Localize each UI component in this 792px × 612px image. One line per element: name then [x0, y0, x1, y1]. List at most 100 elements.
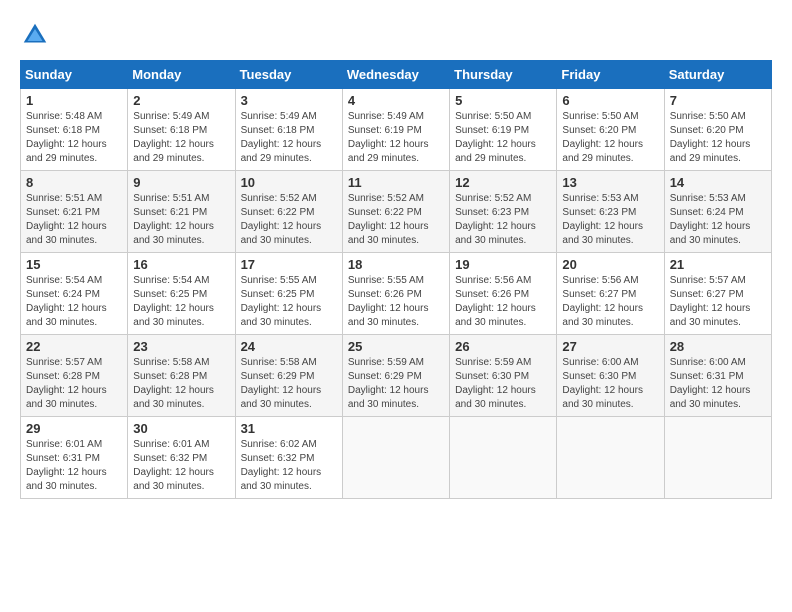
- calendar-cell: 30 Sunrise: 6:01 AM Sunset: 6:32 PM Dayl…: [128, 417, 235, 499]
- calendar-week-row: 15 Sunrise: 5:54 AM Sunset: 6:24 PM Dayl…: [21, 253, 772, 335]
- calendar-cell: [450, 417, 557, 499]
- day-number: 6: [562, 93, 658, 108]
- day-info: Sunrise: 6:00 AM Sunset: 6:31 PM Dayligh…: [670, 356, 766, 412]
- day-number: 26: [455, 339, 551, 354]
- day-info: Sunrise: 5:56 AM Sunset: 6:27 PM Dayligh…: [562, 274, 658, 330]
- calendar-header-row: SundayMondayTuesdayWednesdayThursdayFrid…: [21, 61, 772, 89]
- day-info: Sunrise: 5:52 AM Sunset: 6:22 PM Dayligh…: [241, 192, 337, 248]
- logo-icon: [20, 20, 50, 50]
- day-info: Sunrise: 5:50 AM Sunset: 6:20 PM Dayligh…: [670, 110, 766, 166]
- calendar-header-friday: Friday: [557, 61, 664, 89]
- calendar-cell: 17 Sunrise: 5:55 AM Sunset: 6:25 PM Dayl…: [235, 253, 342, 335]
- day-info: Sunrise: 5:53 AM Sunset: 6:23 PM Dayligh…: [562, 192, 658, 248]
- calendar-header-monday: Monday: [128, 61, 235, 89]
- calendar-cell: 22 Sunrise: 5:57 AM Sunset: 6:28 PM Dayl…: [21, 335, 128, 417]
- day-number: 11: [348, 175, 444, 190]
- calendar-cell: 28 Sunrise: 6:00 AM Sunset: 6:31 PM Dayl…: [664, 335, 771, 417]
- day-info: Sunrise: 5:49 AM Sunset: 6:19 PM Dayligh…: [348, 110, 444, 166]
- day-number: 14: [670, 175, 766, 190]
- calendar-header-sunday: Sunday: [21, 61, 128, 89]
- day-info: Sunrise: 5:58 AM Sunset: 6:28 PM Dayligh…: [133, 356, 229, 412]
- calendar-header-tuesday: Tuesday: [235, 61, 342, 89]
- day-info: Sunrise: 5:48 AM Sunset: 6:18 PM Dayligh…: [26, 110, 122, 166]
- day-number: 30: [133, 421, 229, 436]
- calendar-table: SundayMondayTuesdayWednesdayThursdayFrid…: [20, 60, 772, 499]
- calendar-cell: 9 Sunrise: 5:51 AM Sunset: 6:21 PM Dayli…: [128, 171, 235, 253]
- day-number: 17: [241, 257, 337, 272]
- calendar-cell: [342, 417, 449, 499]
- calendar-cell: [557, 417, 664, 499]
- calendar-cell: 25 Sunrise: 5:59 AM Sunset: 6:29 PM Dayl…: [342, 335, 449, 417]
- day-info: Sunrise: 5:51 AM Sunset: 6:21 PM Dayligh…: [26, 192, 122, 248]
- day-number: 7: [670, 93, 766, 108]
- calendar-cell: 2 Sunrise: 5:49 AM Sunset: 6:18 PM Dayli…: [128, 89, 235, 171]
- day-info: Sunrise: 6:01 AM Sunset: 6:31 PM Dayligh…: [26, 438, 122, 494]
- day-info: Sunrise: 5:49 AM Sunset: 6:18 PM Dayligh…: [133, 110, 229, 166]
- calendar-cell: 1 Sunrise: 5:48 AM Sunset: 6:18 PM Dayli…: [21, 89, 128, 171]
- calendar-week-row: 8 Sunrise: 5:51 AM Sunset: 6:21 PM Dayli…: [21, 171, 772, 253]
- day-info: Sunrise: 5:55 AM Sunset: 6:25 PM Dayligh…: [241, 274, 337, 330]
- calendar-cell: [664, 417, 771, 499]
- day-number: 18: [348, 257, 444, 272]
- day-number: 31: [241, 421, 337, 436]
- day-info: Sunrise: 5:50 AM Sunset: 6:20 PM Dayligh…: [562, 110, 658, 166]
- day-info: Sunrise: 5:49 AM Sunset: 6:18 PM Dayligh…: [241, 110, 337, 166]
- day-info: Sunrise: 5:55 AM Sunset: 6:26 PM Dayligh…: [348, 274, 444, 330]
- logo: [20, 20, 54, 50]
- day-number: 29: [26, 421, 122, 436]
- day-info: Sunrise: 5:57 AM Sunset: 6:27 PM Dayligh…: [670, 274, 766, 330]
- day-info: Sunrise: 5:59 AM Sunset: 6:29 PM Dayligh…: [348, 356, 444, 412]
- calendar-cell: 24 Sunrise: 5:58 AM Sunset: 6:29 PM Dayl…: [235, 335, 342, 417]
- calendar-header-wednesday: Wednesday: [342, 61, 449, 89]
- day-number: 20: [562, 257, 658, 272]
- day-info: Sunrise: 5:57 AM Sunset: 6:28 PM Dayligh…: [26, 356, 122, 412]
- day-number: 8: [26, 175, 122, 190]
- calendar-header-saturday: Saturday: [664, 61, 771, 89]
- day-number: 23: [133, 339, 229, 354]
- day-number: 25: [348, 339, 444, 354]
- day-number: 9: [133, 175, 229, 190]
- day-number: 15: [26, 257, 122, 272]
- day-number: 19: [455, 257, 551, 272]
- day-number: 13: [562, 175, 658, 190]
- day-number: 12: [455, 175, 551, 190]
- day-info: Sunrise: 6:02 AM Sunset: 6:32 PM Dayligh…: [241, 438, 337, 494]
- calendar-cell: 19 Sunrise: 5:56 AM Sunset: 6:26 PM Dayl…: [450, 253, 557, 335]
- calendar-cell: 7 Sunrise: 5:50 AM Sunset: 6:20 PM Dayli…: [664, 89, 771, 171]
- calendar-cell: 11 Sunrise: 5:52 AM Sunset: 6:22 PM Dayl…: [342, 171, 449, 253]
- day-info: Sunrise: 5:51 AM Sunset: 6:21 PM Dayligh…: [133, 192, 229, 248]
- day-info: Sunrise: 5:54 AM Sunset: 6:24 PM Dayligh…: [26, 274, 122, 330]
- calendar-cell: 12 Sunrise: 5:52 AM Sunset: 6:23 PM Dayl…: [450, 171, 557, 253]
- day-info: Sunrise: 6:00 AM Sunset: 6:30 PM Dayligh…: [562, 356, 658, 412]
- calendar-week-row: 1 Sunrise: 5:48 AM Sunset: 6:18 PM Dayli…: [21, 89, 772, 171]
- calendar-cell: 13 Sunrise: 5:53 AM Sunset: 6:23 PM Dayl…: [557, 171, 664, 253]
- day-info: Sunrise: 5:52 AM Sunset: 6:22 PM Dayligh…: [348, 192, 444, 248]
- calendar-cell: 16 Sunrise: 5:54 AM Sunset: 6:25 PM Dayl…: [128, 253, 235, 335]
- calendar-cell: 10 Sunrise: 5:52 AM Sunset: 6:22 PM Dayl…: [235, 171, 342, 253]
- calendar-cell: 26 Sunrise: 5:59 AM Sunset: 6:30 PM Dayl…: [450, 335, 557, 417]
- calendar-cell: 29 Sunrise: 6:01 AM Sunset: 6:31 PM Dayl…: [21, 417, 128, 499]
- calendar-cell: 31 Sunrise: 6:02 AM Sunset: 6:32 PM Dayl…: [235, 417, 342, 499]
- day-info: Sunrise: 6:01 AM Sunset: 6:32 PM Dayligh…: [133, 438, 229, 494]
- calendar-cell: 6 Sunrise: 5:50 AM Sunset: 6:20 PM Dayli…: [557, 89, 664, 171]
- calendar-week-row: 29 Sunrise: 6:01 AM Sunset: 6:31 PM Dayl…: [21, 417, 772, 499]
- day-info: Sunrise: 5:54 AM Sunset: 6:25 PM Dayligh…: [133, 274, 229, 330]
- day-info: Sunrise: 5:53 AM Sunset: 6:24 PM Dayligh…: [670, 192, 766, 248]
- day-info: Sunrise: 5:59 AM Sunset: 6:30 PM Dayligh…: [455, 356, 551, 412]
- calendar-cell: 20 Sunrise: 5:56 AM Sunset: 6:27 PM Dayl…: [557, 253, 664, 335]
- calendar-header-thursday: Thursday: [450, 61, 557, 89]
- calendar-cell: 27 Sunrise: 6:00 AM Sunset: 6:30 PM Dayl…: [557, 335, 664, 417]
- page-header: [20, 20, 772, 50]
- day-number: 2: [133, 93, 229, 108]
- day-number: 1: [26, 93, 122, 108]
- day-number: 24: [241, 339, 337, 354]
- day-number: 10: [241, 175, 337, 190]
- calendar-cell: 14 Sunrise: 5:53 AM Sunset: 6:24 PM Dayl…: [664, 171, 771, 253]
- day-number: 4: [348, 93, 444, 108]
- day-info: Sunrise: 5:58 AM Sunset: 6:29 PM Dayligh…: [241, 356, 337, 412]
- calendar-week-row: 22 Sunrise: 5:57 AM Sunset: 6:28 PM Dayl…: [21, 335, 772, 417]
- calendar-cell: 21 Sunrise: 5:57 AM Sunset: 6:27 PM Dayl…: [664, 253, 771, 335]
- day-number: 16: [133, 257, 229, 272]
- day-number: 21: [670, 257, 766, 272]
- calendar-cell: 3 Sunrise: 5:49 AM Sunset: 6:18 PM Dayli…: [235, 89, 342, 171]
